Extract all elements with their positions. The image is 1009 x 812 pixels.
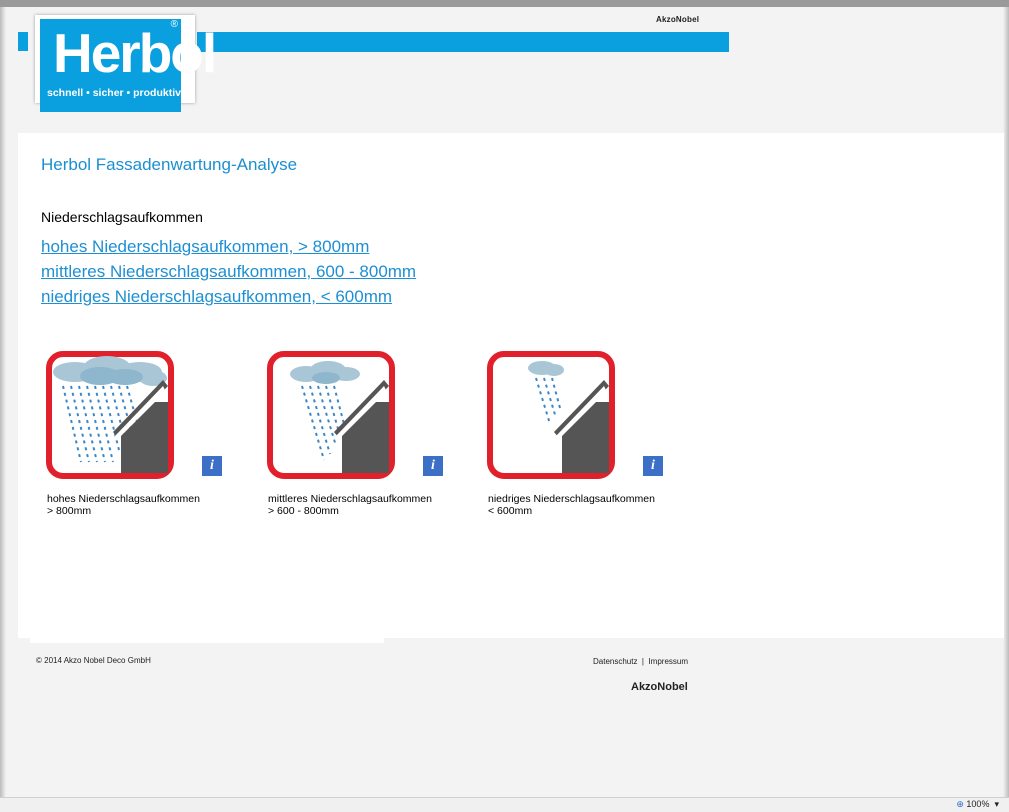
zoom-level: 100% [966,799,990,809]
chevron-down-icon[interactable]: ▾ [992,799,999,809]
card-label-title: niedriges Niederschlagsaufkommen [488,493,655,505]
info-icon[interactable]: i [643,456,663,476]
window-top-border [0,0,1009,7]
card-label-value: < 600mm [488,505,533,517]
status-bar: ⊕ 100% ▾ [0,797,1009,812]
card-label-value: > 800mm [47,505,92,517]
info-icon[interactable]: i [202,456,222,476]
herbol-logo[interactable]: Herbol schnell • sicher • produktiv ® [35,15,217,112]
card-label: niedriges Niederschlagsaufkommen < 600mm [488,493,655,517]
medium-rain-house-icon[interactable] [266,350,396,480]
zoom-icon: ⊕ [956,799,964,809]
link-low-rainfall[interactable]: niedriges Niederschlagsaufkommen, < 600m… [41,287,392,307]
impressum-link[interactable]: Impressum [648,657,688,666]
herbol-logo-tagline: schnell • sicher • produktiv [47,87,181,99]
page-shadow-left [0,7,6,797]
card-label: mittleres Niederschlagsaufkommen > 600 -… [268,493,432,517]
section-label: Niederschlagsaufkommen [41,209,203,225]
zoom-control[interactable]: ⊕ 100% ▾ [956,799,999,810]
akzonobel-header-logo[interactable]: AkzoNobel [656,15,699,24]
card-label-title: hohes Niederschlagsaufkommen [47,493,200,505]
datenschutz-link[interactable]: Datenschutz [593,657,637,666]
main-content: Herbol Fassadenwartung-Analyse Niedersch… [18,133,1004,638]
link-medium-rainfall[interactable]: mittleres Niederschlagsaufkommen, 600 - … [41,262,416,282]
footer-separator: | [641,657,644,666]
copyright-text: © 2014 Akzo Nobel Deco GmbH [36,656,151,665]
light-rain-house-icon[interactable] [486,350,616,480]
akzonobel-footer-logo[interactable]: AkzoNobel [631,681,688,693]
registered-mark: ® [170,19,178,30]
herbol-logo-wordmark: Herbol [53,22,217,84]
card-label: hohes Niederschlagsaufkommen > 800mm [47,493,200,517]
footer-links: Datenschutz | Impressum [593,657,688,666]
info-icon[interactable]: i [423,456,443,476]
card-label-value: > 600 - 800mm [268,505,339,517]
card-label-title: mittleres Niederschlagsaufkommen [268,493,432,505]
link-high-rainfall[interactable]: hohes Niederschlagsaufkommen, > 800mm [41,237,369,257]
header-accent-block [18,32,28,51]
heavy-rain-house-icon[interactable] [45,350,175,480]
page-title: Herbol Fassadenwartung-Analyse [41,155,298,174]
header-accent-bar [197,32,729,52]
footer-divider [30,638,384,643]
